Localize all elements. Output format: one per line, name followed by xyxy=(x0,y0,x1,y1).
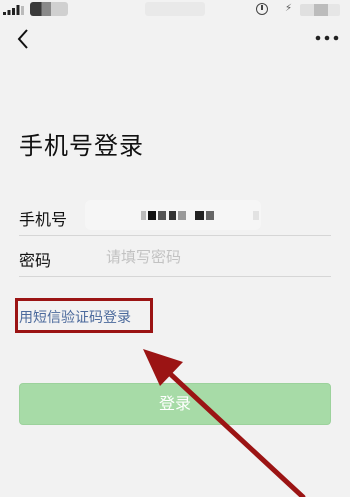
phone-mask xyxy=(141,211,146,220)
phone-mask xyxy=(169,211,176,220)
alarm-icon xyxy=(256,3,268,15)
sms-login-link[interactable]: 用短信验证码登录 xyxy=(19,307,131,327)
charging-bolt-icon: ⚡ xyxy=(285,3,293,14)
password-label: 密码 xyxy=(19,251,52,270)
phone-mask xyxy=(253,211,259,220)
login-button[interactable]: 登录 xyxy=(19,383,331,425)
phone-mask xyxy=(178,211,186,220)
phone-mask xyxy=(206,211,214,220)
battery-redacted xyxy=(300,4,340,16)
page-title: 手机号登录 xyxy=(19,132,144,160)
phone-label: 手机号 xyxy=(19,210,68,229)
signal-bars-icon xyxy=(3,5,24,15)
phone-mask xyxy=(195,211,204,220)
carrier-redacted xyxy=(30,2,68,16)
more-dots-icon[interactable] xyxy=(314,30,340,46)
password-row: 密码 xyxy=(19,237,331,277)
status-bar: ⚡ xyxy=(0,0,350,20)
phone-mask xyxy=(158,211,166,220)
phone-mask xyxy=(148,211,156,220)
chevron-left-icon[interactable] xyxy=(14,27,34,51)
phone-row: 手机号 xyxy=(19,196,331,236)
password-input[interactable] xyxy=(106,245,316,269)
time-redacted xyxy=(145,2,205,16)
phone-number-field[interactable] xyxy=(85,200,261,230)
